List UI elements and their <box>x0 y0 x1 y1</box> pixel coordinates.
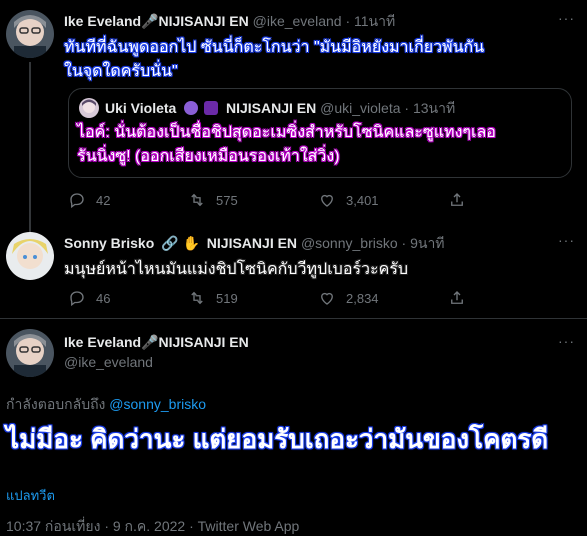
main-tweet-text: ไม่มีอะ คิดว่านะ แต่ยอมรับเถอะว่ามันของโ… <box>6 424 549 454</box>
share-button[interactable] <box>448 289 466 307</box>
share-icon <box>451 291 463 304</box>
tweet-text-line: ในจุดใดครับนั่น" <box>64 63 178 80</box>
tweet-header: Ike Eveland🎤NIJISANJI EN @ike_eveland · … <box>64 12 395 30</box>
quote-name-suffix: NIJISANJI EN <box>226 100 317 116</box>
like-button[interactable]: 2,834 <box>318 289 448 307</box>
like-count: 2,834 <box>346 290 379 306</box>
avatar-ike[interactable] <box>6 10 54 58</box>
retweet-count: 519 <box>216 290 238 306</box>
reply-count: 46 <box>96 290 111 306</box>
hands-icon: ✋ <box>182 235 200 251</box>
replying-prefix: กำลังตอบกลับถึง <box>6 396 106 412</box>
timestamp[interactable]: · 11นาที <box>345 13 395 29</box>
quote-text: ไอค์: นั่นต้องเป็นชื่อชิปสุดอะเมซิ่งสำหร… <box>77 121 567 169</box>
tweet-text: ทันทีที่ฉันพูดออกไป ซันนี่ก็ตะโกนว่า "มั… <box>64 36 574 84</box>
tweet-header: Sonny Brisko 🔗 ✋ NIJISANJI EN @sonny_bri… <box>64 234 445 252</box>
reply-icon <box>70 291 84 307</box>
avatar-ike[interactable] <box>6 329 54 377</box>
main-handle-row: @ike_eveland <box>64 353 153 371</box>
link-icon: 🔗 <box>161 235 179 251</box>
tweet-timestamp-source[interactable]: 10:37 ก่อนเที่ยง · 9 ก.ค. 2022 · Twitter… <box>6 516 299 536</box>
reply-icon <box>70 193 84 209</box>
handle[interactable]: @ike_eveland <box>253 13 342 29</box>
avatar-uki <box>79 98 99 118</box>
quote-handle: @uki_violeta <box>320 100 401 116</box>
display-name[interactable]: Sonny Brisko <box>64 235 154 251</box>
like-button[interactable]: 3,401 <box>318 191 448 209</box>
quote-text-line: ไอค์: นั่นต้องเป็นชื่อชิปสุดอะเมซิ่งสำหร… <box>77 124 496 141</box>
retweet-button[interactable]: 575 <box>188 191 318 209</box>
handle[interactable]: @ike_eveland <box>64 354 153 370</box>
tweet-sonny[interactable]: Sonny Brisko 🔗 ✋ NIJISANJI EN @sonny_bri… <box>0 222 587 318</box>
more-options-icon[interactable]: ··· <box>558 232 575 248</box>
reply-count: 42 <box>96 192 111 208</box>
name-suffix[interactable]: NIJISANJI EN <box>207 235 297 251</box>
quote-timestamp: · 13นาที <box>404 100 456 116</box>
like-count: 3,401 <box>346 192 379 208</box>
quote-display-name: Uki Violeta <box>105 100 177 116</box>
replying-to-link[interactable]: @sonny_brisko <box>109 396 206 412</box>
tweet-text-line: ทันทีที่ฉันพูดออกไป ซันนี่ก็ตะโกนว่า "มั… <box>64 39 485 56</box>
tweet-actions: 46 519 2,834 <box>68 289 466 307</box>
thread-connector <box>29 62 31 232</box>
timestamp[interactable]: · 9นาที <box>402 235 445 251</box>
quoted-tweet[interactable]: Uki Violeta NIJISANJI EN @uki_violeta · … <box>68 88 572 178</box>
display-name[interactable]: Ike Eveland🎤NIJISANJI EN <box>64 334 249 350</box>
crystal-ball-icon <box>184 101 199 115</box>
retweet-count: 575 <box>216 192 238 208</box>
more-options-icon[interactable]: ··· <box>558 333 575 349</box>
more-options-icon[interactable]: ··· <box>558 10 575 26</box>
avatar-sonny[interactable] <box>6 232 54 280</box>
tweet-ike-1[interactable]: Ike Eveland🎤NIJISANJI EN @ike_eveland · … <box>0 0 587 232</box>
share-button[interactable] <box>448 191 466 209</box>
main-tweet: Ike Eveland🎤NIJISANJI EN @ike_eveland ··… <box>0 319 587 536</box>
main-display-name: Ike Eveland🎤NIJISANJI EN <box>64 333 249 351</box>
replying-to: กำลังตอบกลับถึง @sonny_brisko <box>6 395 206 413</box>
retweet-button[interactable]: 519 <box>188 289 318 307</box>
display-name[interactable]: Ike Eveland🎤NIJISANJI EN <box>64 13 249 29</box>
reply-button[interactable]: 42 <box>68 191 188 209</box>
heart-icon <box>321 292 333 305</box>
tweet-text: มนุษย์หน้าไหนมันแม่งชิปโซนิคกับวีทูปเบอร… <box>64 261 409 278</box>
retweet-icon <box>191 291 203 305</box>
tweet-actions: 42 575 3,401 <box>68 191 466 209</box>
handle[interactable]: @sonny_brisko <box>301 235 398 251</box>
share-icon <box>451 193 463 206</box>
quote-text-line: รันนิ่งซู! (ออกเสียงเหมือนรองเท้าใส่วิ่ง… <box>77 148 340 165</box>
galaxy-icon <box>204 101 219 115</box>
reply-button[interactable]: 46 <box>68 289 188 307</box>
retweet-icon <box>191 193 203 207</box>
translate-tweet-link[interactable]: แปลทวีต <box>6 485 55 506</box>
quote-header: Uki Violeta NIJISANJI EN @uki_violeta · … <box>105 99 455 117</box>
heart-icon <box>321 194 333 207</box>
